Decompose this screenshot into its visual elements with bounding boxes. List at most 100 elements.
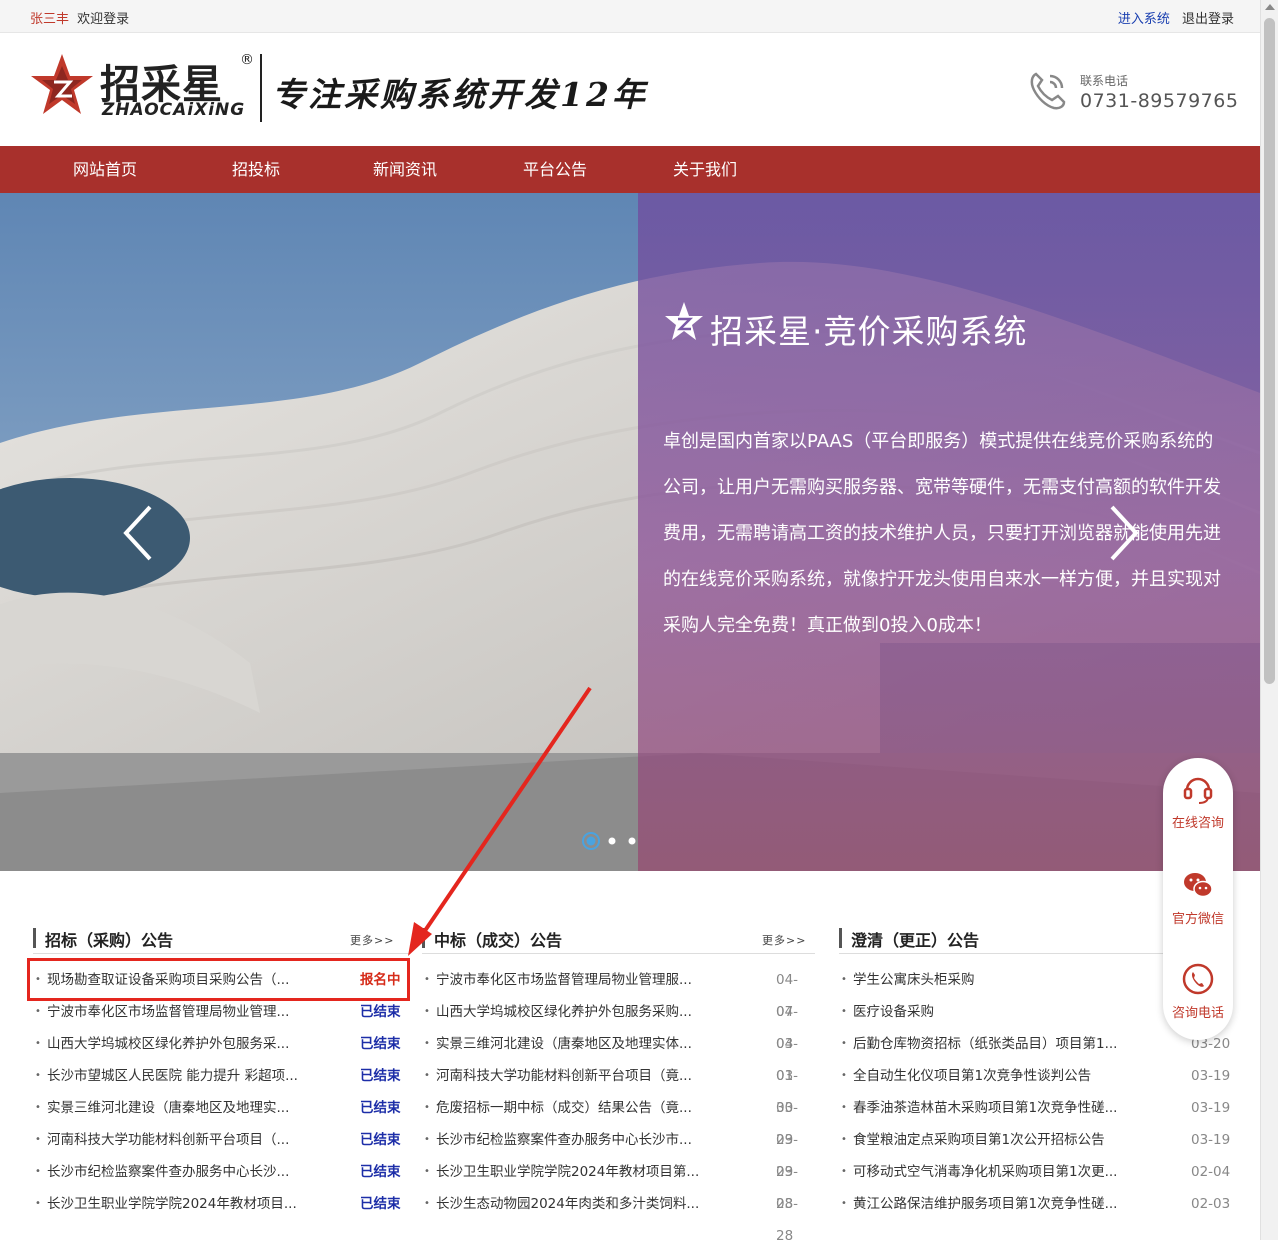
notice-title-link[interactable]: 实景三维河北建设（唐秦地区及地理实... <box>47 1092 357 1124</box>
scroll-up-icon[interactable] <box>1265 4 1275 10</box>
slogan: 专注采购系统开发12年 <box>272 75 648 114</box>
award-more-link[interactable]: 更多>> <box>762 932 806 948</box>
list-item[interactable]: • 全自动生化仪项目第1次竞争性谈判公告 03-19 <box>839 1060 1231 1092</box>
list-item[interactable]: • 长沙卫生职业学院学院2024年教材项目第... 03-28 <box>422 1156 815 1212</box>
list-item[interactable]: • 实景三维河北建设（唐秦地区及地理实体... 04-01 <box>422 1028 815 1084</box>
list-item[interactable]: • 长沙市纪检监察案件查办服务中心长沙市... 03-29 <box>422 1124 815 1180</box>
list-item[interactable]: • 后勤仓库物资招标（纸张类品目）项目第1... 03-20 <box>839 1028 1231 1060</box>
notice-title-link[interactable]: 长沙生态动物园2024年肉类和多汁类饲料... <box>436 1188 766 1220</box>
wechat-button[interactable]: 官方微信 <box>1163 868 1233 927</box>
list-item[interactable]: • 河南科技大学功能材料创新平台项目（竟... 03-30 <box>422 1060 815 1116</box>
phone-icon <box>1030 72 1066 110</box>
scrollbar[interactable] <box>1260 0 1278 1240</box>
phone-consult-label: 咨询电话 <box>1171 1006 1224 1021</box>
notice-title-link[interactable]: 全自动生化仪项目第1次竞争性谈判公告 <box>853 1060 1183 1092</box>
user-greeting: 张三丰 欢迎登录 <box>30 8 129 27</box>
list-item[interactable]: • 食堂粮油定点采购项目第1次公开招标公告 03-19 <box>839 1124 1231 1156</box>
list-item[interactable]: • 实景三维河北建设（唐秦地区及地理实... 已结束 <box>33 1092 410 1124</box>
bullet: • <box>841 1166 847 1177</box>
notice-date: 02-03 <box>1191 1196 1231 1212</box>
section-marker <box>33 928 36 948</box>
hero-banner: 招采星·竞价采购系统 卓创是国内首家以PAAS（平台即服务）模式提供在线竞价采购… <box>0 193 1260 871</box>
logout-link[interactable]: 退出登录 <box>1182 12 1234 27</box>
notice-title-link[interactable]: 河南科技大学功能材料创新平台项目（竟... <box>436 1060 766 1092</box>
status-badge: 已结束 <box>360 1132 401 1148</box>
bullet: • <box>35 1198 41 1209</box>
notice-title-link[interactable]: 长沙市纪检监察案件查办服务中心长沙市... <box>436 1124 766 1156</box>
main-nav: 网站首页 招投标 新闻资讯 平台公告 关于我们 <box>0 146 1260 193</box>
online-consult-label: 在线咨询 <box>1171 816 1224 831</box>
bullet: • <box>424 1070 430 1081</box>
award-notices: 中标（成交）公告 更多>> • 宁波市奉化区市场监督管理局物业管理服... 04-0… <box>422 924 815 1240</box>
nav-notices[interactable]: 平台公告 <box>495 146 615 193</box>
list-item[interactable]: • 危废招标一期中标（成交）结果公告（竟... 03-29 <box>422 1092 815 1148</box>
nav-tender[interactable]: 招投标 <box>196 146 316 193</box>
list-item[interactable]: • 长沙市纪检监察案件查办服务中心长沙... 已结束 <box>33 1156 410 1188</box>
bullet: • <box>35 1134 41 1145</box>
notice-title-link[interactable]: 学生公寓床头柜采购 <box>853 964 1183 996</box>
list-item[interactable]: • 黄江公路保洁维护服务项目第1次竞争性磋... 02-03 <box>839 1188 1231 1220</box>
wechat-label: 官方微信 <box>1171 912 1224 927</box>
list-item[interactable]: • 长沙卫生职业学院学院2024年教材项目... 已结束 <box>33 1188 410 1220</box>
clarify-title: 澄清（更正）公告 <box>851 931 980 950</box>
bullet: • <box>424 1166 430 1177</box>
notice-title-link[interactable]: 可移动式空气消毒净化机采购项目第1次更... <box>853 1156 1183 1188</box>
logo-star-icon[interactable] <box>30 52 94 120</box>
notice-title-link[interactable]: 春季油茶造林苗木采购项目第1次竞争性磋... <box>853 1092 1183 1124</box>
nav-news[interactable]: 新闻资讯 <box>345 146 465 193</box>
notice-title-link[interactable]: 长沙市纪检监察案件查办服务中心长沙... <box>47 1156 357 1188</box>
status-badge: 已结束 <box>360 1036 401 1052</box>
phone-consult-button[interactable]: 咨询电话 <box>1163 962 1233 1021</box>
registered-mark: ® <box>240 52 254 68</box>
enter-system-link[interactable]: 进入系统 <box>1118 12 1170 27</box>
phone-label: 联系电话 <box>1080 74 1129 88</box>
notice-title-link[interactable]: 黄江公路保洁维护服务项目第1次竞争性磋... <box>853 1188 1183 1220</box>
status-badge: 已结束 <box>360 1164 401 1180</box>
notice-title-link[interactable]: 医疗设备采购 <box>853 996 1183 1028</box>
notice-title-link[interactable]: 食堂粮油定点采购项目第1次公开招标公告 <box>853 1124 1183 1156</box>
notice-title-link[interactable]: 山西大学坞城校区绿化养护外包服务采购... <box>436 996 766 1028</box>
list-item[interactable]: • 山西大学坞城校区绿化养护外包服务采购... 04-03 <box>422 996 815 1052</box>
award-header: 中标（成交）公告 更多>> <box>422 924 815 954</box>
notice-title-link[interactable]: 河南科技大学功能材料创新平台项目（... <box>47 1124 357 1156</box>
bullet: • <box>424 1198 430 1209</box>
list-item[interactable]: • 长沙市望城区人民医院 能力提升 彩超项... 已结束 <box>33 1060 410 1092</box>
bullet: • <box>841 1038 847 1049</box>
scroll-thumb[interactable] <box>1264 18 1275 684</box>
page: 张三丰 欢迎登录 进入系统 退出登录 招采星 ® ZHAOCAiXiNG 专注采… <box>0 0 1278 1240</box>
list-item[interactable]: • 春季油茶造林苗木采购项目第1次竞争性磋... 03-19 <box>839 1092 1231 1124</box>
notice-title-link[interactable]: 长沙卫生职业学院学院2024年教材项目... <box>47 1188 357 1220</box>
online-consult-button[interactable]: 在线咨询 <box>1163 772 1233 831</box>
brand-star-icon <box>665 302 703 340</box>
bullet: • <box>841 1102 847 1113</box>
list-item[interactable]: • 可移动式空气消毒净化机采购项目第1次更... 02-04 <box>839 1156 1231 1188</box>
status-badge: 已结束 <box>360 1100 401 1116</box>
next-slide-icon[interactable] <box>1104 503 1144 563</box>
bullet: • <box>841 1198 847 1209</box>
list-item[interactable]: • 河南科技大学功能材料创新平台项目（... 已结束 <box>33 1124 410 1156</box>
section-marker <box>839 928 842 948</box>
section-marker <box>422 928 425 948</box>
list-item[interactable]: • 山西大学坞城校区绿化养护外包服务采... 已结束 <box>33 1028 410 1060</box>
notice-title-link[interactable]: 实景三维河北建设（唐秦地区及地理实体... <box>436 1028 766 1060</box>
site-header: 招采星 ® ZHAOCAiXiNG 专注采购系统开发12年 联系电话 0731-… <box>0 34 1260 146</box>
bullet: • <box>35 1038 41 1049</box>
status-badge: 已结束 <box>360 1068 401 1084</box>
tender-title: 招标（采购）公告 <box>45 931 174 950</box>
notice-title-link[interactable]: 长沙卫生职业学院学院2024年教材项目第... <box>436 1156 766 1188</box>
list-item[interactable]: • 长沙生态动物园2024年肉类和多汁类饲料... 03-28 <box>422 1188 815 1240</box>
list-item[interactable]: • 宁波市奉化区市场监督管理局物业管理服... 04-07 <box>422 964 815 1020</box>
notice-title-link[interactable]: 危废招标一期中标（成交）结果公告（竟... <box>436 1092 766 1124</box>
prev-slide-icon[interactable] <box>118 503 158 563</box>
tender-more-link[interactable]: 更多>> <box>350 932 394 948</box>
status-badge: 已结束 <box>360 1196 401 1212</box>
nav-about[interactable]: 关于我们 <box>645 146 765 193</box>
nav-home[interactable]: 网站首页 <box>45 146 165 193</box>
notice-title-link[interactable]: 宁波市奉化区市场监督管理局物业管理服... <box>436 964 766 996</box>
logo-divider <box>260 54 262 122</box>
slide-indicators[interactable] <box>580 831 650 851</box>
notice-title-link[interactable]: 后勤仓库物资招标（纸张类品目）项目第1... <box>853 1028 1183 1060</box>
notice-title-link[interactable]: 山西大学坞城校区绿化养护外包服务采... <box>47 1028 357 1060</box>
username[interactable]: 张三丰 <box>30 12 69 27</box>
notice-title-link[interactable]: 长沙市望城区人民医院 能力提升 彩超项... <box>47 1060 357 1092</box>
